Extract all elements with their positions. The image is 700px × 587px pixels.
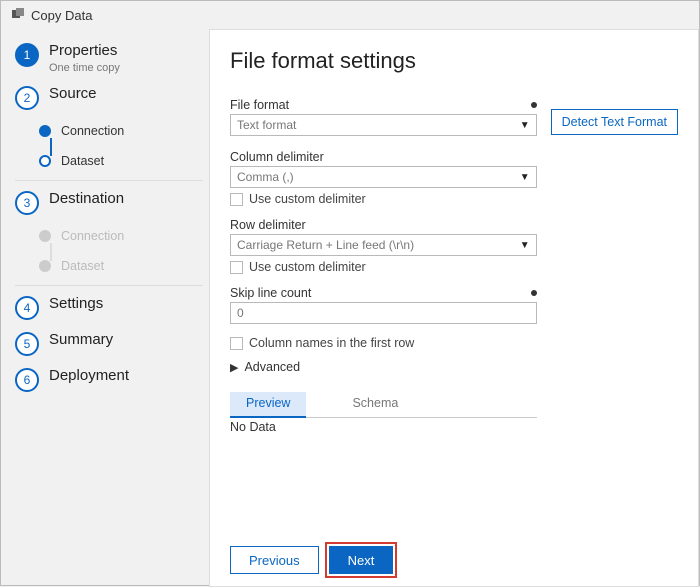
substep-source-connection[interactable]: Connection bbox=[33, 116, 209, 146]
chevron-down-icon: ▼ bbox=[520, 172, 530, 183]
no-data-message: No Data bbox=[230, 420, 537, 434]
previous-button[interactable]: Previous bbox=[230, 546, 319, 574]
first-row-names-checkbox[interactable]: Column names in the first row bbox=[230, 336, 537, 350]
substep-dot-icon bbox=[39, 125, 51, 137]
substep-destination-dataset: Dataset bbox=[33, 251, 209, 281]
next-button[interactable]: Next bbox=[329, 546, 394, 574]
row-delimiter-select[interactable]: Carriage Return + Line feed (\r\n) ▼ bbox=[230, 234, 537, 256]
checkbox-label: Column names in the first row bbox=[249, 336, 414, 350]
chevron-down-icon: ▼ bbox=[520, 240, 530, 251]
substep-source-dataset[interactable]: Dataset bbox=[33, 146, 209, 176]
skip-line-label: Skip line count bbox=[230, 286, 311, 300]
page-title: File format settings bbox=[230, 48, 678, 74]
advanced-label: Advanced bbox=[244, 360, 300, 374]
step-label: Destination bbox=[49, 191, 124, 208]
checkbox-label: Use custom delimiter bbox=[249, 192, 366, 206]
main-panel: File format settings File format Text fo… bbox=[209, 29, 699, 587]
substep-dot-icon bbox=[39, 260, 51, 272]
column-delimiter-select[interactable]: Comma (,) ▼ bbox=[230, 166, 537, 188]
step-label: Properties bbox=[49, 43, 120, 60]
wizard-footer: Previous Next bbox=[230, 530, 678, 574]
row-custom-delimiter-checkbox[interactable]: Use custom delimiter bbox=[230, 260, 537, 274]
file-format-label: File format bbox=[230, 98, 289, 112]
row-delimiter-value: Carriage Return + Line feed (\r\n) bbox=[237, 238, 414, 252]
column-custom-delimiter-checkbox[interactable]: Use custom delimiter bbox=[230, 192, 537, 206]
step-number-icon: 4 bbox=[15, 296, 39, 320]
step-label: Settings bbox=[49, 296, 103, 313]
column-delimiter-value: Comma (,) bbox=[237, 170, 294, 184]
step-summary[interactable]: 5 Summary bbox=[9, 326, 209, 362]
advanced-expander[interactable]: ▶ Advanced bbox=[230, 360, 537, 374]
wizard-sidebar: 1 Properties One time copy 2 Source Conn… bbox=[1, 29, 209, 587]
column-delimiter-label: Column delimiter bbox=[230, 150, 324, 164]
step-deployment[interactable]: 6 Deployment bbox=[9, 362, 209, 398]
checkbox-label: Use custom delimiter bbox=[249, 260, 366, 274]
tab-preview[interactable]: Preview bbox=[230, 392, 306, 418]
substep-dot-icon bbox=[39, 155, 51, 167]
checkbox-box-icon bbox=[230, 193, 243, 206]
substep-label: Dataset bbox=[61, 259, 104, 273]
step-destination[interactable]: 3 Destination bbox=[9, 185, 209, 221]
step-number-icon: 5 bbox=[15, 332, 39, 356]
checkbox-box-icon bbox=[230, 337, 243, 350]
step-label: Source bbox=[49, 86, 97, 103]
step-settings[interactable]: 4 Settings bbox=[9, 290, 209, 326]
step-label: Deployment bbox=[49, 368, 129, 385]
skip-line-value: 0 bbox=[237, 306, 244, 320]
detect-text-format-button[interactable]: Detect Text Format bbox=[551, 109, 678, 135]
step-number-icon: 1 bbox=[15, 43, 39, 67]
substep-destination-connection: Connection bbox=[33, 221, 209, 251]
info-icon[interactable] bbox=[531, 102, 537, 108]
step-number-icon: 6 bbox=[15, 368, 39, 392]
substep-label: Connection bbox=[61, 124, 124, 138]
app-title: Copy Data bbox=[31, 8, 92, 23]
info-icon[interactable] bbox=[531, 290, 537, 296]
row-delimiter-label: Row delimiter bbox=[230, 218, 306, 232]
step-properties[interactable]: 1 Properties One time copy bbox=[9, 37, 209, 80]
step-source[interactable]: 2 Source bbox=[9, 80, 209, 116]
step-number-icon: 2 bbox=[15, 86, 39, 110]
copy-data-icon bbox=[11, 7, 25, 23]
substep-dot-icon bbox=[39, 230, 51, 242]
step-number-icon: 3 bbox=[15, 191, 39, 215]
step-label: Summary bbox=[49, 332, 113, 349]
checkbox-box-icon bbox=[230, 261, 243, 274]
skip-line-input[interactable]: 0 bbox=[230, 302, 537, 324]
step-sublabel: One time copy bbox=[49, 62, 120, 74]
file-format-value: Text format bbox=[237, 118, 296, 132]
result-tabs: Preview Schema bbox=[230, 392, 537, 418]
caret-right-icon: ▶ bbox=[230, 361, 238, 374]
file-format-select[interactable]: Text format ▼ bbox=[230, 114, 537, 136]
substep-label: Dataset bbox=[61, 154, 104, 168]
title-bar: Copy Data bbox=[1, 1, 699, 29]
chevron-down-icon: ▼ bbox=[520, 120, 530, 131]
tab-schema[interactable]: Schema bbox=[336, 392, 414, 417]
substep-label: Connection bbox=[61, 229, 124, 243]
